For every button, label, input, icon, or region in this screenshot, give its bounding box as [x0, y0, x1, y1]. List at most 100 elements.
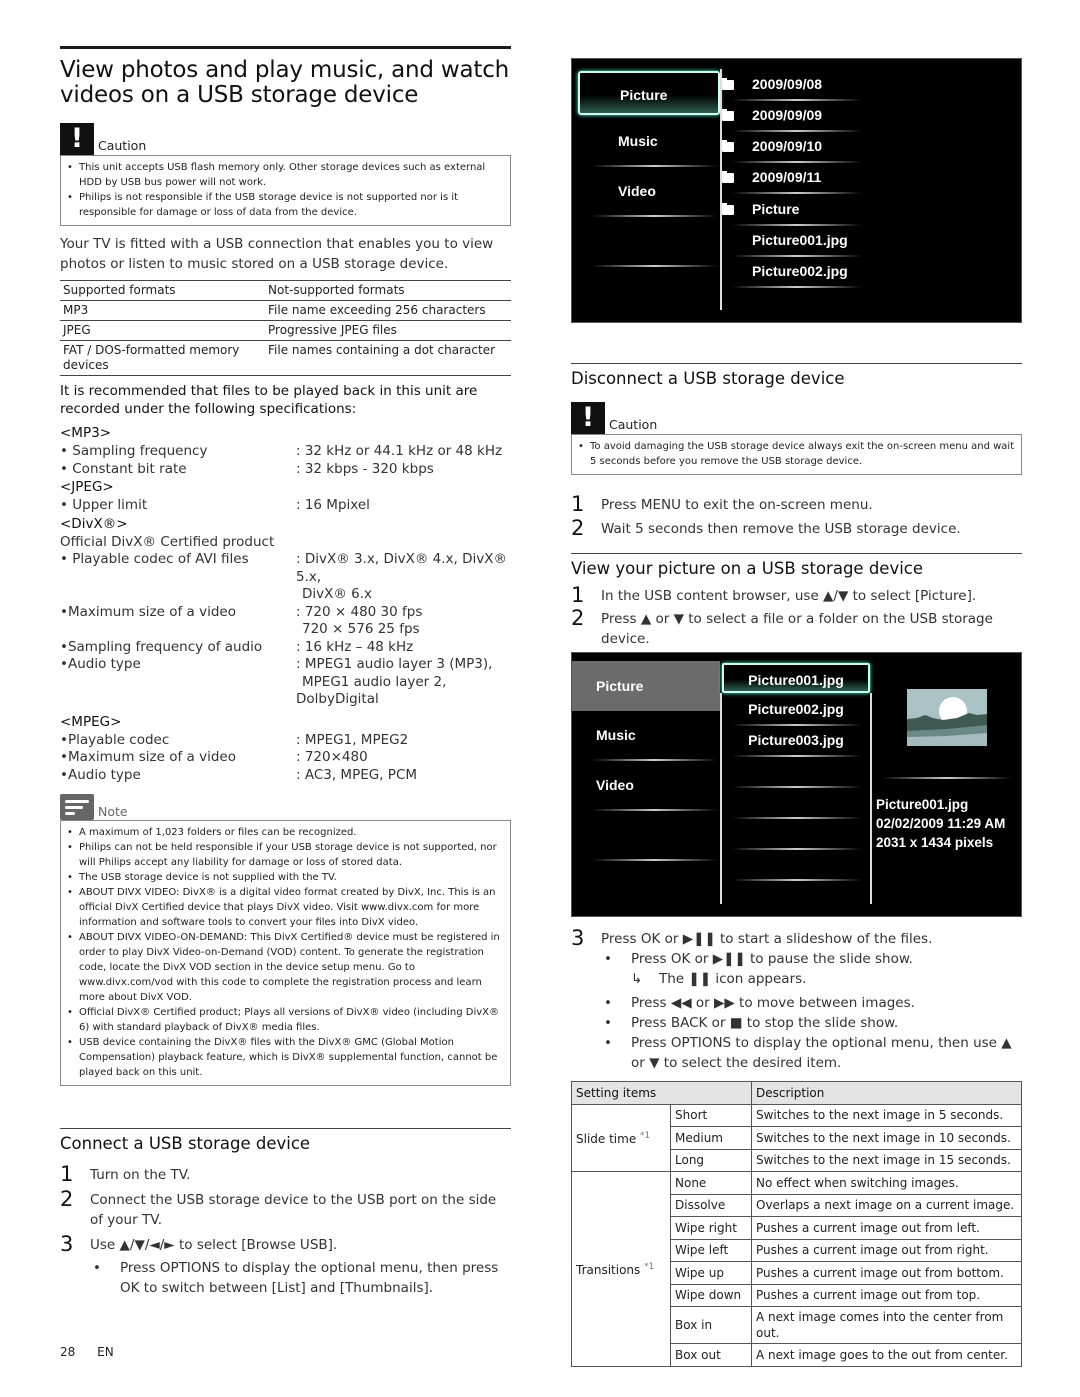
- folder-icon: [722, 203, 734, 215]
- step-text: Press OK or ▶❚❚ to start a slideshow of …: [601, 931, 933, 947]
- folder-entry[interactable]: 2009/09/09: [752, 100, 822, 131]
- folder-entry[interactable]: 2009/09/10: [752, 131, 822, 162]
- file-entry[interactable]: Picture003.jpg: [722, 725, 870, 755]
- step-number: 1: [60, 1162, 74, 1186]
- spec-value: : 32 kbps - 320 kbps: [296, 460, 434, 477]
- note-item: ABOUT DIVX VIDEO-ON-DEMAND: This DivX Ce…: [66, 930, 504, 1005]
- description-cell: Overlaps a next image on a current image…: [751, 1193, 1022, 1217]
- option-cell: Box in: [670, 1306, 752, 1344]
- description-cell: Switches to the next image in 15 seconds…: [751, 1148, 1022, 1172]
- spec-value: : 16 Mpixel: [296, 497, 370, 513]
- table-cell: Progressive JPEG files: [265, 320, 511, 341]
- spec-key: • Constant bit rate: [60, 460, 187, 477]
- specs-intro: It is recommended that files to be playe…: [60, 383, 478, 417]
- spec-mp3: <MP3> • Sampling frequency: 32 kHz or 44…: [60, 424, 511, 478]
- file-entry-selected[interactable]: Picture001.jpg: [722, 663, 870, 693]
- caution-item: To avoid damaging the USB storage device…: [577, 439, 1015, 469]
- spec-row: •Audio type: AC3, MPEG, PCM: [60, 767, 511, 785]
- folder-icon: [722, 78, 734, 90]
- group-cell: Transitions *1: [571, 1171, 671, 1367]
- bullet-icon: •: [604, 951, 612, 967]
- caution-label: Caution: [98, 138, 147, 153]
- option-cell: Medium: [670, 1126, 752, 1150]
- spec-row: • Playable codec of AVI files: DivX® 3.x…: [60, 551, 511, 604]
- divider: [732, 786, 862, 788]
- divider: [732, 755, 862, 757]
- spec-mpeg: <MPEG> •Playable codec: MPEG1, MPEG2 •Ma…: [60, 713, 511, 785]
- disconnect-heading: Disconnect a USB storage device: [571, 369, 845, 388]
- description-cell: A next image comes into the center from …: [751, 1306, 1022, 1344]
- disconnect-steps: 1 Press MENU to exit the on-screen menu. …: [571, 493, 1022, 539]
- right-column: Picture Music Video 2009/09/08 2009/09/0…: [571, 58, 1022, 1367]
- preview-dimensions: 2031 x 1434 pixels: [876, 835, 994, 850]
- usb-browser-screen-list: Picture Music Video 2009/09/08 2009/09/0…: [571, 58, 1022, 323]
- spec-row: •Audio type : MPEG1 audio layer 3 (MP3), M…: [60, 656, 511, 709]
- step-number: 1: [571, 492, 585, 516]
- folder-entry[interactable]: 2009/09/08: [752, 69, 822, 100]
- folder-entry[interactable]: Picture: [752, 194, 799, 225]
- language-code: EN: [97, 1345, 114, 1359]
- category-picture[interactable]: Picture: [578, 71, 720, 115]
- preview-date: 02/02/2009 11:29 AM: [876, 816, 1006, 831]
- spec-value: : MPEG1, MPEG2: [296, 731, 409, 748]
- option-cell: Wipe left: [670, 1238, 752, 1262]
- step-text: Press MENU to exit the on-screen menu.: [601, 497, 873, 513]
- option-cell: Wipe down: [670, 1283, 752, 1307]
- formats-table: Supported formats Not-supported formats …: [60, 280, 511, 376]
- option-cell: Dissolve: [670, 1193, 752, 1217]
- spec-value-line: : MPEG1 audio layer 3 (MP3),: [296, 656, 493, 672]
- spec-value: : MPEG1 audio layer 3 (MP3), MPEG1 audio …: [296, 656, 511, 709]
- spec-heading: <DivX®>: [60, 515, 128, 532]
- option-cell: Wipe up: [670, 1261, 752, 1285]
- step-number: 3: [60, 1232, 74, 1256]
- option-cell: Long: [670, 1148, 752, 1172]
- caution-item: This unit accepts USB flash memory only.…: [66, 160, 504, 190]
- result-text: The ❚❚ icon appears.: [659, 971, 807, 987]
- bullet-icon: •: [604, 995, 612, 1011]
- divider: [592, 859, 717, 861]
- footnote-mark: *1: [644, 1262, 655, 1273]
- table-row: Slide time *1 Short Switches to the next…: [571, 1103, 1022, 1172]
- sub-bullet-text: Press OPTIONS to display the optional me…: [120, 1260, 499, 1296]
- sub-bullet-text: Press OPTIONS to display the optional me…: [631, 1035, 1012, 1071]
- note-icon: [60, 794, 94, 820]
- caution-box: To avoid damaging the USB storage device…: [571, 434, 1022, 475]
- step-number: 3: [571, 926, 585, 950]
- category-music[interactable]: Music: [578, 119, 720, 163]
- category-picture[interactable]: Picture: [572, 661, 720, 711]
- folder-icon: [722, 171, 734, 183]
- exclamation-icon: !: [60, 123, 94, 155]
- table-cell: JPEG: [60, 320, 265, 341]
- spec-value-line: 720 × 576 25 fps: [302, 621, 420, 637]
- category-music[interactable]: Music: [572, 713, 714, 757]
- file-entry[interactable]: Picture001.jpg: [752, 225, 848, 256]
- spec-value: : DivX® 3.x, DivX® 4.x, DivX® 5.x, DivX® …: [296, 551, 511, 604]
- note-item: Official DivX® Certified product; Plays …: [66, 1005, 504, 1035]
- divider: [592, 215, 717, 217]
- column-divider: [870, 693, 872, 904]
- step-text: Wait 5 seconds then remove the USB stora…: [601, 521, 961, 537]
- spec-row: • Upper limit: 16 Mpixel: [60, 497, 511, 515]
- divider: [732, 848, 862, 850]
- spec-key: •Audio type: [60, 656, 141, 672]
- sub-bullet: • Press OK or ▶❚❚ to pause the slide show…: [601, 949, 1022, 969]
- table-cell: MP3: [60, 300, 265, 321]
- connect-steps: 1 Turn on the TV. 2 Connect the USB storag…: [60, 1163, 511, 1298]
- spec-value: : 16 kHz – 48 kHz: [296, 638, 414, 655]
- folder-entry[interactable]: 2009/09/11: [752, 162, 821, 193]
- file-entry[interactable]: Picture002.jpg: [722, 694, 870, 724]
- description-cell: No effect when switching images.: [751, 1171, 1022, 1195]
- divider: [732, 879, 862, 881]
- file-entry[interactable]: Picture002.jpg: [752, 256, 848, 287]
- category-video[interactable]: Video: [578, 169, 720, 213]
- description-cell: Pushes a current image out from left.: [751, 1216, 1022, 1240]
- table-row: JPEG Progressive JPEG files: [60, 320, 511, 341]
- option-cell: None: [670, 1171, 752, 1195]
- usb-browser-screen-thumbnails: Picture Music Video Picture001.jpg Pictu…: [571, 652, 1022, 917]
- sub-bullet: • Press BACK or ■ to stop the slide show.: [601, 1013, 1022, 1033]
- table-cell: File names containing a dot character: [265, 340, 511, 376]
- category-video[interactable]: Video: [572, 763, 714, 807]
- bullet-icon: •: [604, 1015, 612, 1031]
- spec-key: •Sampling frequency of audio: [60, 638, 263, 655]
- sub-bullet: • Press OPTIONS to display the optional m…: [601, 1033, 1022, 1073]
